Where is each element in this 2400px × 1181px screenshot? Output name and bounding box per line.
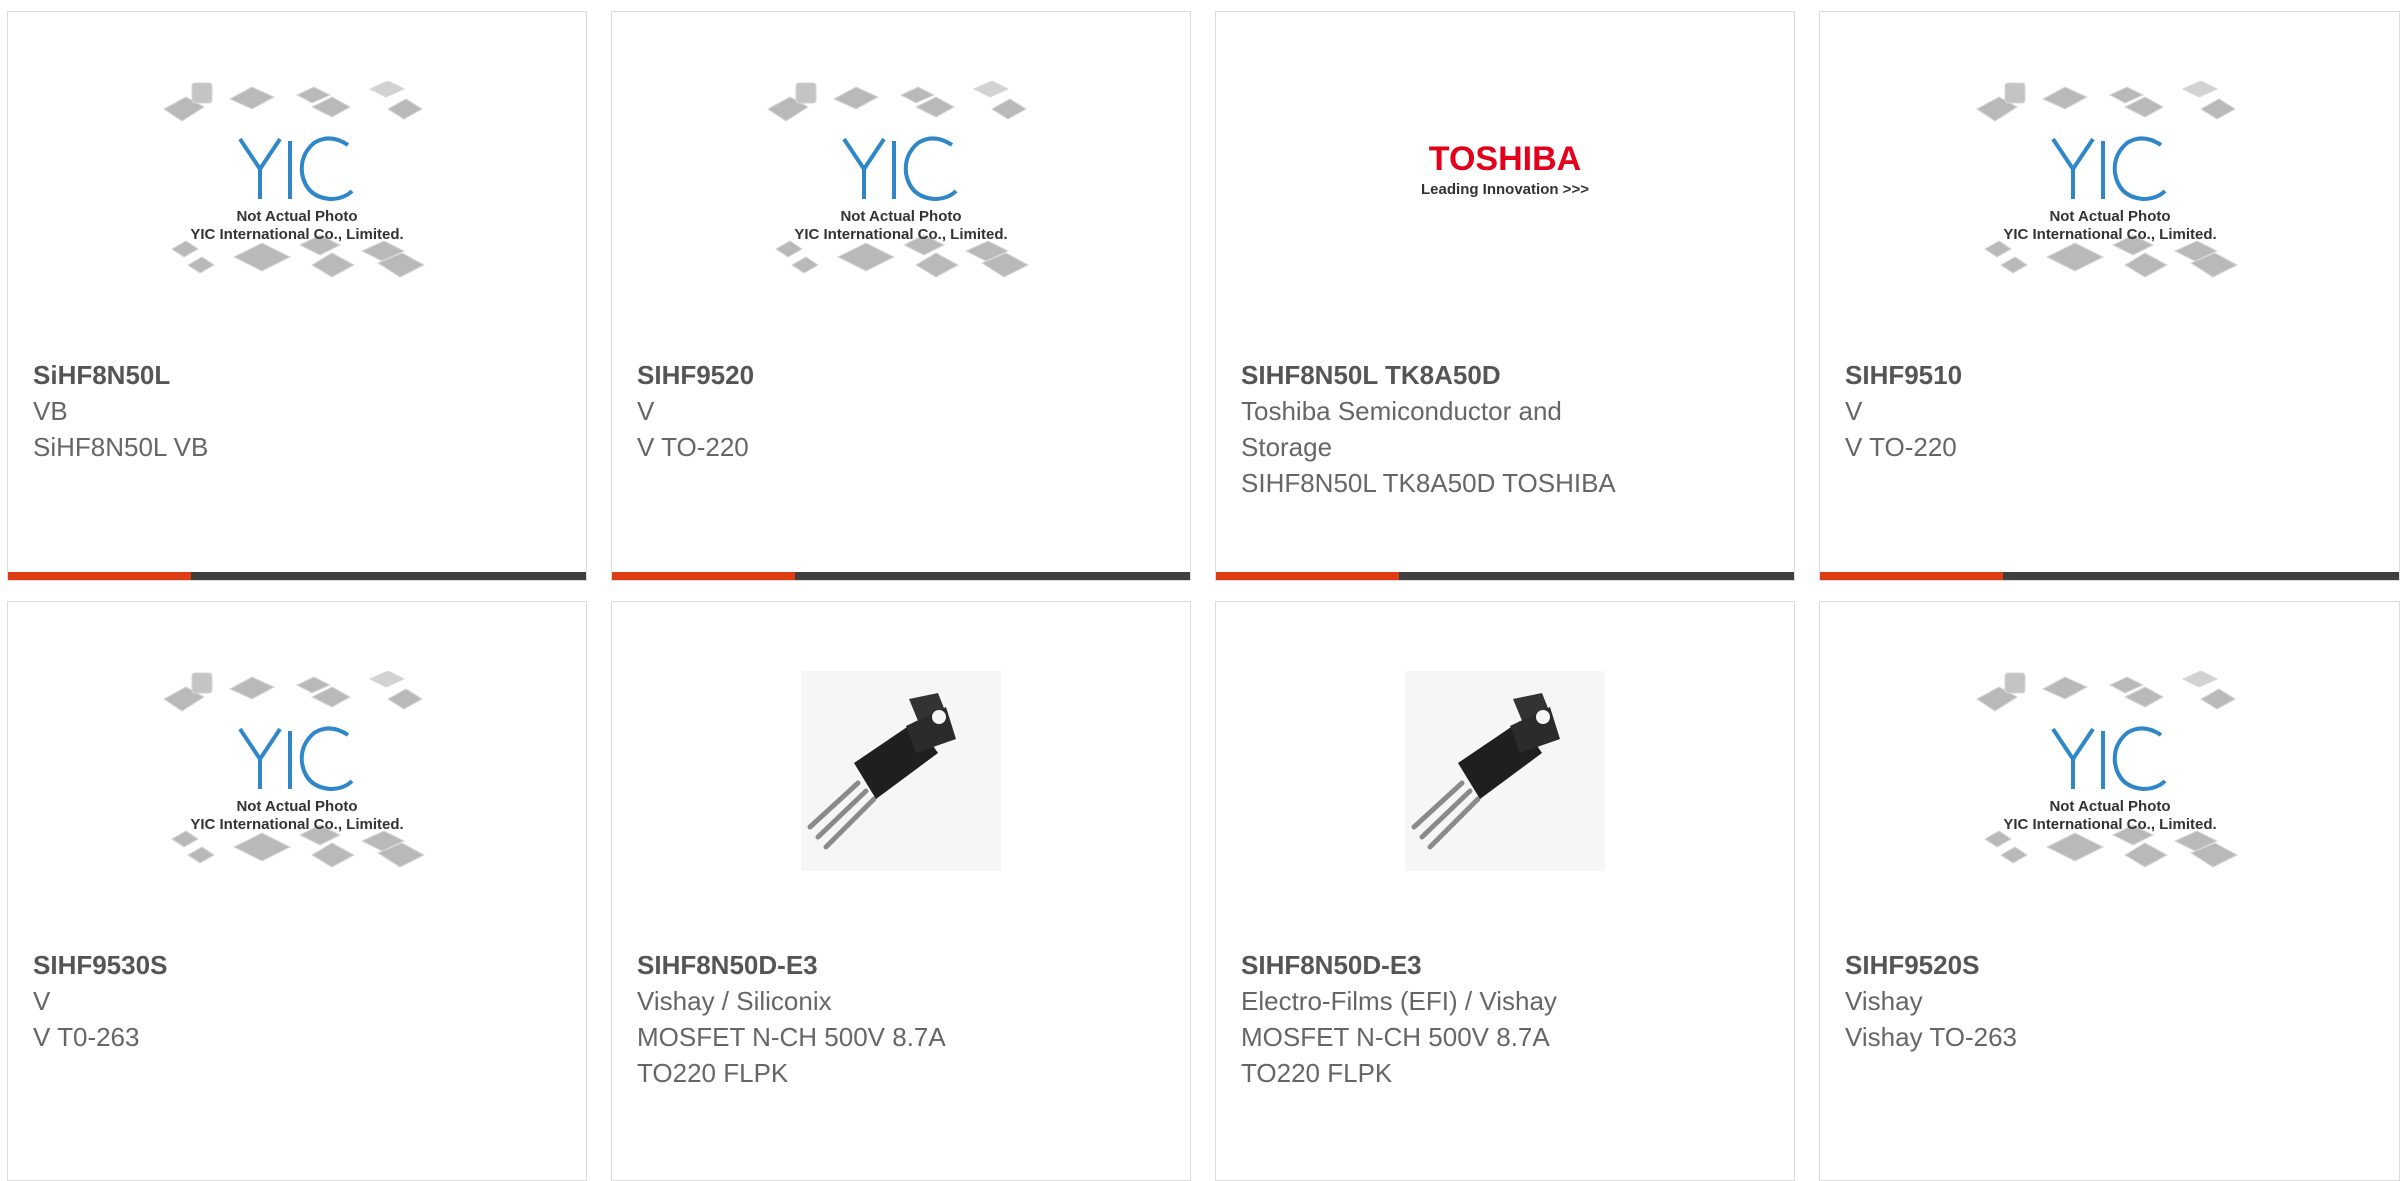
product-manufacturer: Vishay [1845, 986, 1923, 1016]
product-card[interactable]: Not Actual Photo YIC International Co., … [1819, 11, 2400, 581]
product-description: SIHF8N50L TK8A50D TOSHIBA [1241, 468, 1616, 498]
yic-placeholder-image: Not Actual Photo YIC International Co., … [163, 81, 426, 278]
product-image[interactable]: Not Actual Photo YIC International Co., … [152, 671, 442, 871]
product-manufacturer: VB [33, 396, 68, 426]
svg-text:Not Actual Photo: Not Actual Photo [2049, 798, 2170, 815]
product-manufacturer: Toshiba Semiconductor and Storage [1241, 396, 1562, 462]
svg-text:YIC International Co., Limited: YIC International Co., Limited. [2003, 226, 2216, 243]
product-name[interactable]: SIHF9510 [1845, 357, 2374, 393]
product-name[interactable]: SIHF8N50D-E3 [637, 947, 1165, 983]
product-card[interactable]: Not Actual Photo YIC International Co., … [7, 601, 587, 1181]
product-manufacturer: V [1845, 396, 1863, 426]
product-card[interactable]: Not Actual Photo YIC International Co., … [1819, 601, 2400, 1181]
product-name[interactable]: SIHF9530S [33, 947, 561, 983]
product-name[interactable]: SIHF9520S [1845, 947, 2374, 983]
product-name[interactable]: SIHF8N50D-E3 [1241, 947, 1769, 983]
product-card[interactable]: Not Actual Photo YIC International Co., … [611, 11, 1191, 581]
to220-transistor-image [1405, 671, 1605, 871]
product-manufacturer: V [637, 396, 655, 426]
product-image[interactable]: Not Actual Photo YIC International Co., … [1965, 671, 2255, 871]
card-bottom-bar [612, 572, 1190, 580]
svg-text:Not Actual Photo: Not Actual Photo [236, 798, 357, 815]
svg-text:Not Actual Photo: Not Actual Photo [840, 208, 961, 225]
yic-placeholder-image: Not Actual Photo YIC International Co., … [163, 671, 426, 868]
product-image[interactable] [1360, 671, 1650, 871]
card-bottom-bar [1216, 572, 1794, 580]
product-card[interactable]: SIHF8N50D-E3 Electro-Films (EFI) / Visha… [1215, 601, 1795, 1181]
svg-text:YIC International Co., Limited: YIC International Co., Limited. [190, 816, 403, 833]
product-manufacturer: V [33, 986, 51, 1016]
to220-transistor-image [801, 671, 1001, 871]
yic-placeholder-image: Not Actual Photo YIC International Co., … [1975, 671, 2238, 868]
svg-text:YIC International Co., Limited: YIC International Co., Limited. [2003, 816, 2216, 833]
yic-placeholder-image: Not Actual Photo YIC International Co., … [767, 81, 1030, 278]
product-image[interactable]: Not Actual Photo YIC International Co., … [756, 81, 1046, 281]
card-bar-accent [612, 572, 795, 580]
svg-text:Not Actual Photo: Not Actual Photo [2049, 208, 2170, 225]
card-bottom-bar [8, 572, 586, 580]
product-description: SiHF8N50L VB [33, 432, 209, 462]
product-image[interactable]: Not Actual Photo YIC International Co., … [1965, 81, 2255, 281]
product-name[interactable]: SIHF9520 [637, 357, 1165, 393]
product-name[interactable]: SiHF8N50L [33, 357, 561, 393]
product-description: V TO-220 [637, 432, 749, 462]
card-bottom-bar [1820, 572, 2399, 580]
product-image[interactable] [756, 671, 1046, 871]
card-bar-accent [8, 572, 191, 580]
svg-text:Not Actual Photo: Not Actual Photo [236, 208, 357, 225]
svg-text:YIC International Co., Limited: YIC International Co., Limited. [794, 226, 1007, 243]
svg-text:Leading Innovation >>>: Leading Innovation >>> [1421, 181, 1589, 198]
product-card[interactable]: Not Actual Photo YIC International Co., … [7, 11, 587, 581]
card-bar-accent [1216, 572, 1399, 580]
svg-text:TOSHIBA: TOSHIBA [1429, 140, 1581, 178]
product-description: MOSFET N-CH 500V 8.7A TO220 FLPK [637, 1022, 945, 1088]
product-card[interactable]: SIHF8N50D-E3 Vishay / Siliconix MOSFET N… [611, 601, 1191, 1181]
product-description: V TO-220 [1845, 432, 1957, 462]
product-image[interactable]: TOSHIBA Leading Innovation >>> [1360, 81, 1650, 281]
yic-placeholder-image: Not Actual Photo YIC International Co., … [1975, 81, 2238, 278]
product-manufacturer: Electro-Films (EFI) / Vishay [1241, 986, 1557, 1016]
product-card[interactable]: TOSHIBA Leading Innovation >>> SIHF8N50L… [1215, 11, 1795, 581]
product-name[interactable]: SIHF8N50L TK8A50D [1241, 357, 1769, 393]
product-description: Vishay TO-263 [1845, 1022, 2017, 1052]
svg-text:YIC International Co., Limited: YIC International Co., Limited. [190, 226, 403, 243]
product-image[interactable]: Not Actual Photo YIC International Co., … [152, 81, 442, 281]
product-description: MOSFET N-CH 500V 8.7A TO220 FLPK [1241, 1022, 1549, 1088]
toshiba-logo-image: TOSHIBA Leading Innovation >>> [1421, 140, 1589, 198]
product-manufacturer: Vishay / Siliconix [637, 986, 832, 1016]
product-description: V T0-263 [33, 1022, 140, 1052]
card-bar-accent [1820, 572, 2003, 580]
